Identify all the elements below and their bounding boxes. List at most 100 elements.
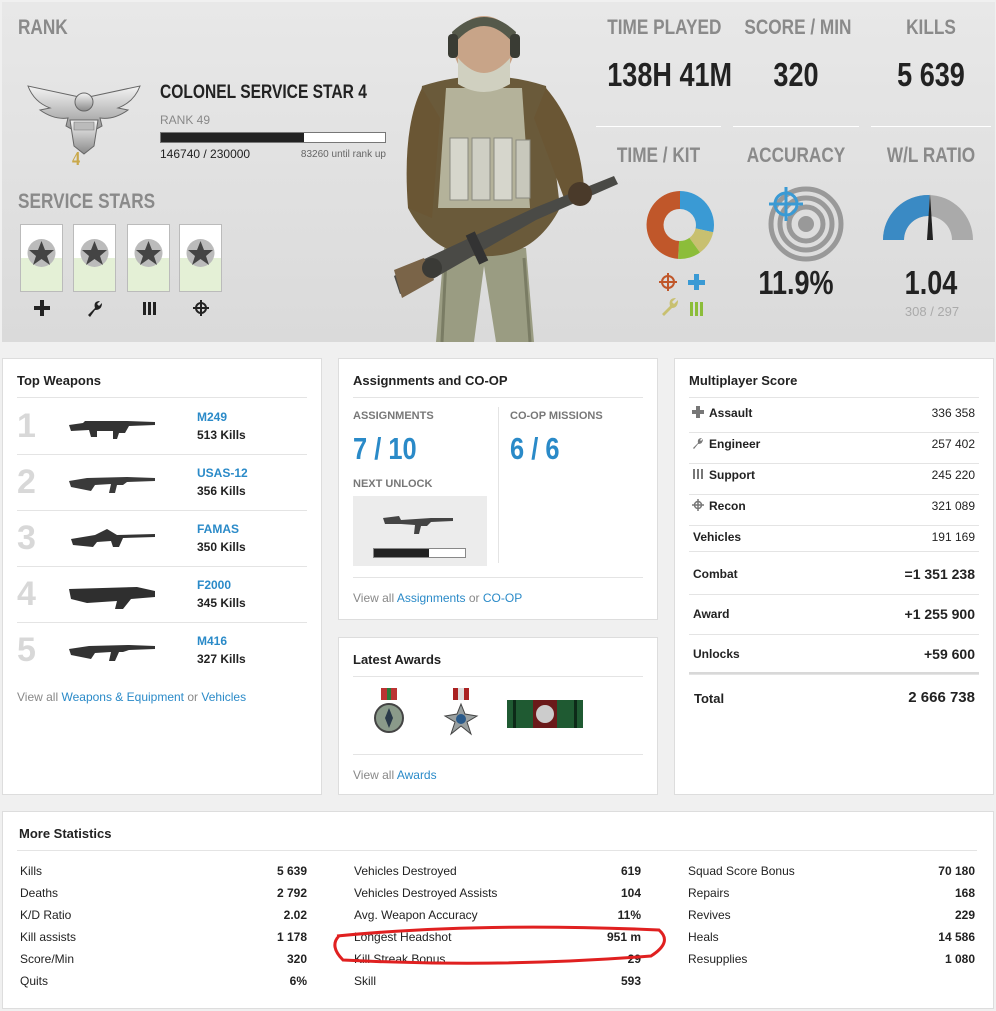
stat-row-label: Vehicles Destroyed Assists <box>354 886 498 900</box>
weapon-image <box>67 525 159 555</box>
engineer-icon <box>692 437 704 452</box>
engineer-icon <box>85 298 105 318</box>
score-row-value: 257 402 <box>931 437 975 451</box>
weapon-name-link[interactable]: USAS-12 <box>197 466 248 480</box>
service-star-card[interactable] <box>20 224 63 292</box>
weapon-name-link[interactable]: FAMAS <box>197 522 239 536</box>
donut-segment-assault <box>646 191 680 259</box>
xp-current: 146740 / 230000 <box>160 147 251 161</box>
weapon-rank: 2 <box>17 463 36 501</box>
weapon-kills: 327 Kills <box>197 652 246 666</box>
weapon-row[interactable]: 3 FAMAS 350 Kills <box>17 511 307 567</box>
coop-value[interactable]: 6 / 6 <box>510 431 559 467</box>
stat-row-label: Heals <box>688 930 719 944</box>
weapons-equipment-link[interactable]: Weapons & Equipment <box>61 690 184 704</box>
score-row-value: 336 358 <box>931 406 975 420</box>
stat-row-label: Kill assists <box>20 930 77 944</box>
award-ribbon-icon[interactable] <box>507 700 583 728</box>
rank-progress-fill <box>161 133 304 142</box>
stat-row-label: Deaths <box>20 886 59 900</box>
stat-label: TIME PLAYED <box>607 16 722 39</box>
more-statistics-title: More Statistics <box>19 826 112 841</box>
service-star-card[interactable] <box>179 224 222 292</box>
assault-icon <box>692 406 704 421</box>
total-value: 2 666 738 <box>908 689 975 706</box>
stat-row-label: Kills <box>20 864 43 878</box>
stat-row-value: 320 <box>286 952 307 966</box>
stat-row-value: 229 <box>954 908 975 922</box>
assault-icon <box>688 274 705 290</box>
weapon-row[interactable]: 1 M249 513 Kills <box>17 399 307 455</box>
service-star-card[interactable] <box>127 224 170 292</box>
stat-row-label: Quits <box>20 974 49 988</box>
assignments-link[interactable]: Assignments <box>397 591 466 605</box>
top-weapons-panel: Top Weapons 1 M249 513 Kills 2 USAS-12 356 Ki… <box>2 358 322 795</box>
kit-legend <box>659 273 705 316</box>
weapon-image <box>67 469 159 499</box>
score-row-label: Assault <box>709 406 753 420</box>
score-row: Combat =1 351 238 <box>689 561 979 583</box>
stat-value: 1.04 <box>904 264 958 301</box>
vehicles-link[interactable]: Vehicles <box>201 690 246 704</box>
stat-row-value: 168 <box>954 886 975 900</box>
score-row-value: 191 169 <box>931 530 975 544</box>
stat-row-value: 1 178 <box>276 930 307 944</box>
weapon-row[interactable]: 2 USAS-12 356 Kills <box>17 455 307 511</box>
awards-link[interactable]: Awards <box>397 768 437 782</box>
star-icon <box>134 239 163 267</box>
stat-row-label: Repairs <box>688 886 730 900</box>
highlight-circle-annotation <box>333 925 666 965</box>
recon-icon <box>659 273 677 291</box>
wl-detail: 308 / 297 <box>904 304 960 319</box>
stat-label: ACCURACY <box>746 144 846 167</box>
accuracy-target-icon <box>768 186 844 262</box>
assignments-title: Assignments and CO-OP <box>353 373 508 388</box>
stat-row-value: 6% <box>289 974 307 988</box>
multiplayer-score-panel: Multiplayer Score Assault 336 358 Engineer… <box>674 358 994 795</box>
next-unlock-weapon-image <box>383 516 453 534</box>
score-row-value: 321 089 <box>931 499 975 513</box>
weapon-rank: 4 <box>17 575 36 613</box>
coop-link[interactable]: CO-OP <box>483 591 522 605</box>
score-row-label: Recon <box>709 499 746 513</box>
stat-label: TIME / KIT <box>616 144 701 167</box>
score-row-label: Engineer <box>709 437 761 451</box>
award-medal-1-icon[interactable] <box>369 686 409 738</box>
score-row: Assault 336 358 <box>689 404 979 426</box>
assignments-value[interactable]: 7 / 10 <box>353 431 417 467</box>
score-row-value: +59 600 <box>924 646 975 662</box>
stat-row-value: 2 792 <box>276 886 307 900</box>
weapon-kills: 513 Kills <box>197 428 246 442</box>
recon-icon <box>191 298 211 318</box>
weapon-name-link[interactable]: F2000 <box>197 578 231 592</box>
support-icon <box>139 298 159 318</box>
unlock-progress-bar <box>373 548 466 558</box>
score-row: Engineer 257 402 <box>689 435 979 457</box>
donut-segment-engineer <box>680 191 714 233</box>
score-row-value: =1 351 238 <box>904 566 975 582</box>
rank-title: COLONEL SERVICE STAR 4 <box>160 82 367 103</box>
service-star-card[interactable] <box>73 224 116 292</box>
stat-row-label: Resupplies <box>688 952 748 966</box>
award-medal-2-icon[interactable] <box>441 686 481 738</box>
weapons-view-all: View all Weapons & Equipment or Vehicles <box>17 690 247 704</box>
weapon-name-link[interactable]: M416 <box>197 634 227 648</box>
weapon-kills: 356 Kills <box>197 484 246 498</box>
weapon-rank: 1 <box>17 407 36 445</box>
next-unlock-card[interactable] <box>353 496 487 566</box>
stat-row-label: Revives <box>688 908 731 922</box>
stat-value: 138H 41M <box>607 56 733 93</box>
service-star-count: 4 <box>72 148 81 170</box>
unlock-progress-fill <box>374 549 429 557</box>
stat-row-value: 593 <box>620 974 641 988</box>
engineer-icon <box>662 298 678 316</box>
stat-row-value: 1 080 <box>944 952 975 966</box>
weapon-row[interactable]: 4 F2000 345 Kills <box>17 567 307 623</box>
stat-label: SCORE / MIN <box>744 16 852 39</box>
more-statistics-panel: More Statistics Kills 5 639 Deaths 2 792 K/D… <box>2 811 994 1009</box>
weapon-name-link[interactable]: M249 <box>197 410 227 424</box>
weapon-row[interactable]: 5 M416 327 Kills <box>17 623 307 679</box>
weapon-rank: 5 <box>17 631 36 669</box>
stat-row-value: 2.02 <box>283 908 307 922</box>
star-icon <box>80 239 109 267</box>
